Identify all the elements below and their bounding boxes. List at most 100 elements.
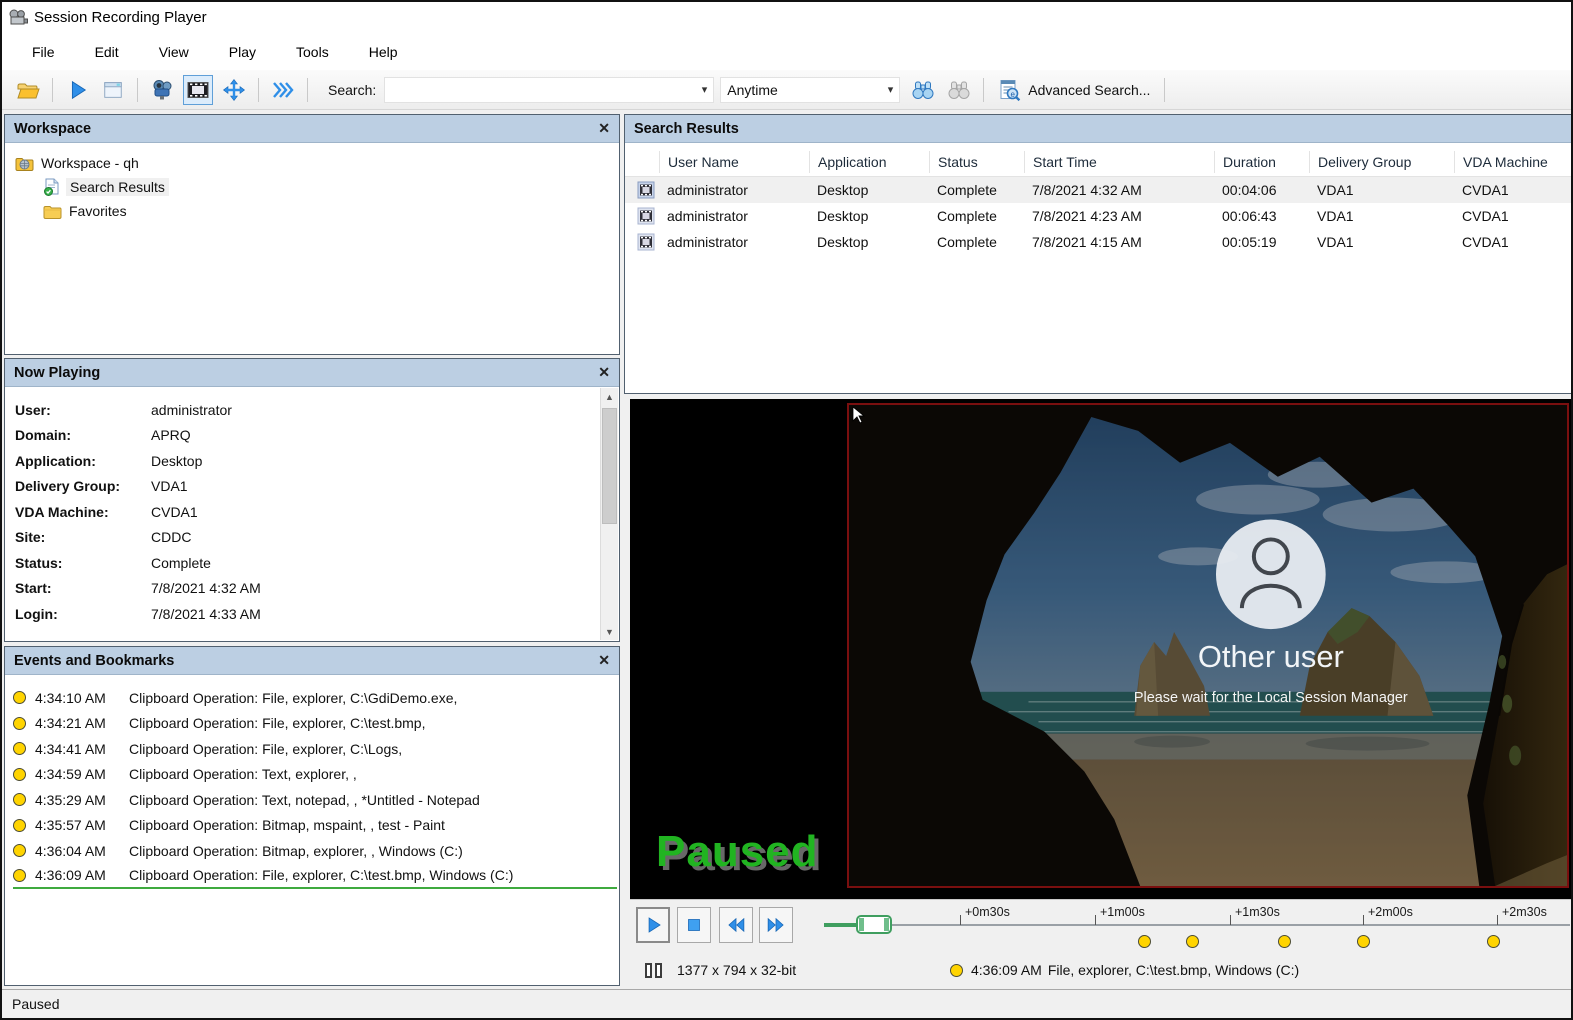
- search-input[interactable]: [391, 81, 681, 99]
- event-text: Clipboard Operation: Text, explorer, ,: [129, 766, 357, 782]
- binoculars-icon: [911, 79, 935, 101]
- menu-file[interactable]: File: [18, 36, 69, 68]
- time-range-value: Anytime: [727, 82, 778, 98]
- table-row[interactable]: administrator Desktop Complete 7/8/2021 …: [625, 177, 1572, 203]
- event-time: 4:34:21 AM: [35, 715, 129, 731]
- column-header-icon[interactable]: [625, 151, 659, 173]
- fast-forward-button[interactable]: [759, 907, 793, 943]
- event-item[interactable]: 4:34:59 AMClipboard Operation: Text, exp…: [13, 762, 619, 788]
- event-dot-icon: [13, 691, 26, 704]
- cell-application: Desktop: [809, 234, 929, 250]
- tree-item-label: Search Results: [66, 178, 169, 196]
- timeline-event-dot[interactable]: [1278, 935, 1291, 948]
- timeline-event-dot[interactable]: [1186, 935, 1199, 948]
- timeline-event-dot[interactable]: [1487, 935, 1500, 948]
- time-range-combobox[interactable]: Anytime ▾: [720, 77, 900, 103]
- search-results-panel: Search Results User Name Application Sta…: [624, 114, 1573, 394]
- scrollbar-thumb[interactable]: [602, 408, 617, 524]
- cell-delivery-group: VDA1: [1309, 234, 1454, 250]
- stop-search-button: [944, 75, 974, 105]
- open-file-button[interactable]: [13, 75, 43, 105]
- table-row[interactable]: administrator Desktop Complete 7/8/2021 …: [625, 229, 1572, 255]
- stop-button[interactable]: [677, 907, 711, 943]
- menu-edit[interactable]: Edit: [81, 36, 133, 68]
- cell-vda-machine: CVDA1: [1454, 234, 1572, 250]
- menu-help[interactable]: Help: [355, 36, 412, 68]
- column-header-vda-machine[interactable]: VDA Machine: [1454, 151, 1572, 173]
- close-icon[interactable]: ✕: [598, 652, 610, 669]
- resolution-text: 1377 x 794 x 32-bit: [677, 962, 796, 978]
- column-header-duration[interactable]: Duration: [1214, 151, 1309, 173]
- tree-item-workspace[interactable]: Workspace - qh: [15, 151, 619, 175]
- tree-item-favorites[interactable]: Favorites: [15, 199, 619, 223]
- filmstrip-view-button[interactable]: [183, 75, 213, 105]
- field-label: User:: [15, 402, 151, 418]
- table-row[interactable]: administrator Desktop Complete 7/8/2021 …: [625, 203, 1572, 229]
- column-header-user-name[interactable]: User Name: [659, 151, 809, 173]
- event-item[interactable]: 4:35:57 AMClipboard Operation: Bitmap, m…: [13, 813, 619, 839]
- advanced-search-button[interactable]: e Advanced Search...: [990, 75, 1158, 105]
- chevron-down-icon[interactable]: ▾: [702, 83, 708, 96]
- field-label: Application:: [15, 453, 151, 469]
- field-value: 7/8/2021 4:33 AM: [151, 606, 261, 622]
- column-header-application[interactable]: Application: [809, 151, 929, 173]
- binoculars-disabled-icon: [947, 79, 971, 101]
- pan-button[interactable]: [219, 75, 249, 105]
- timeline-label: +1m00s: [1100, 905, 1145, 919]
- column-header-delivery-group[interactable]: Delivery Group: [1309, 151, 1454, 173]
- search-combobox[interactable]: ▾: [384, 77, 714, 103]
- scroll-up-icon[interactable]: ▲: [601, 388, 618, 405]
- workspace-folder-icon: [15, 155, 35, 172]
- timeline-event-dot[interactable]: [1138, 935, 1151, 948]
- menu-play[interactable]: Play: [215, 36, 270, 68]
- field-value: CDDC: [151, 529, 191, 545]
- rewind-button[interactable]: [719, 907, 753, 943]
- play-button[interactable]: [636, 907, 670, 943]
- chevron-down-icon[interactable]: ▾: [888, 83, 894, 96]
- event-text: Clipboard Operation: File, explorer, C:\…: [129, 867, 513, 883]
- timeline-label: +2m00s: [1368, 905, 1413, 919]
- timeline-event-dot[interactable]: [1357, 935, 1370, 948]
- paused-overlay-text: Paused: [656, 827, 819, 877]
- search-button[interactable]: [908, 75, 938, 105]
- event-item[interactable]: 4:34:41 AMClipboard Operation: File, exp…: [13, 736, 619, 762]
- other-user-tile[interactable]: [1216, 520, 1326, 630]
- event-item[interactable]: 4:34:21 AMClipboard Operation: File, exp…: [13, 711, 619, 737]
- timeline-tick: [960, 915, 961, 925]
- now-playing-scrollbar[interactable]: ▲ ▼: [600, 388, 618, 640]
- tree-item-search-results[interactable]: Search Results: [15, 175, 619, 199]
- timeline-tick: [1230, 915, 1231, 925]
- event-item[interactable]: 4:34:10 AMClipboard Operation: File, exp…: [13, 685, 619, 711]
- column-header-status[interactable]: Status: [929, 151, 1024, 173]
- column-header-start-time[interactable]: Start Time: [1024, 151, 1214, 173]
- projector-view-button[interactable]: [147, 75, 177, 105]
- scroll-down-icon[interactable]: ▼: [601, 623, 618, 640]
- close-icon[interactable]: ✕: [598, 120, 610, 137]
- close-icon[interactable]: ✕: [598, 364, 610, 381]
- fast-forward-toolbar-button[interactable]: [268, 75, 298, 105]
- cell-status: Complete: [929, 182, 1024, 198]
- search-results-panel-header: Search Results: [625, 115, 1572, 143]
- field-value: Complete: [151, 555, 211, 571]
- event-time: 4:34:59 AM: [35, 766, 129, 782]
- timeline-tick: [1497, 915, 1498, 925]
- seek-handle[interactable]: [856, 915, 892, 934]
- event-item[interactable]: 4:36:04 AMClipboard Operation: Bitmap, e…: [13, 838, 619, 864]
- event-item[interactable]: 4:35:29 AMClipboard Operation: Text, not…: [13, 787, 619, 813]
- menu-view[interactable]: View: [145, 36, 203, 68]
- cell-user-name: administrator: [659, 208, 809, 224]
- cell-start-time: 7/8/2021 4:15 AM: [1024, 234, 1214, 250]
- event-item-selected[interactable]: 4:36:09 AMClipboard Operation: File, exp…: [13, 864, 617, 890]
- player-window-button[interactable]: [98, 75, 128, 105]
- menu-tools[interactable]: Tools: [282, 36, 343, 68]
- field-value: administrator: [151, 402, 232, 418]
- cell-duration: 00:05:19: [1214, 234, 1309, 250]
- play-button-toolbar[interactable]: [62, 75, 92, 105]
- status-text: Paused: [12, 996, 59, 1012]
- window-icon: [102, 79, 124, 101]
- seek-track[interactable]: [824, 924, 1570, 926]
- field-value: VDA1: [151, 478, 188, 494]
- event-time: 4:34:41 AM: [35, 741, 129, 757]
- timeline-label: +1m30s: [1235, 905, 1280, 919]
- field-label: Login:: [15, 606, 151, 622]
